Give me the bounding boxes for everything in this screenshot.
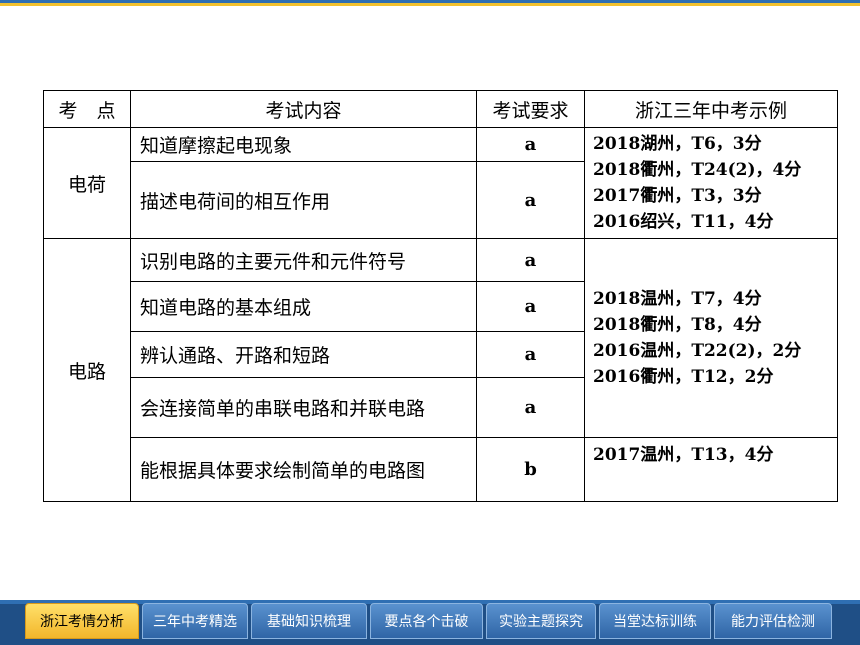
example-line: 2018湖州，T6，3分 (593, 134, 762, 154)
header-topic: 考 点 (43, 90, 131, 128)
topic-cell: 电路 (43, 238, 131, 502)
header-requirement: 考试要求 (476, 90, 585, 128)
content-cell: 知道电路的基本组成 (130, 281, 477, 332)
nav-tab-basic-knowledge[interactable]: 基础知识梳理 (251, 603, 367, 639)
examples-cell: 2018湖州，T6，3分 2018衢州，T24(2)，4分 2017衢州，T3，… (584, 127, 838, 239)
exam-analysis-table: 考 点 考试内容 考试要求 浙江三年中考示例 电荷 知道摩擦起电现象 a 201… (43, 90, 838, 502)
requirement-cell: a (476, 127, 585, 162)
table-row: 能根据具体要求绘制简单的电路图 b 2017温州，T13，4分 (44, 437, 838, 502)
requirement-cell: a (476, 238, 585, 282)
content-cell: 识别电路的主要元件和元件符号 (130, 238, 477, 282)
requirement-cell: a (476, 281, 585, 332)
content-cell: 会连接简单的串联电路和并联电路 (130, 377, 477, 438)
example-line: 2017衢州，T3，3分 (593, 186, 762, 206)
header-content: 考试内容 (130, 90, 477, 128)
examples-cell: 2017温州，T13，4分 (584, 437, 838, 502)
nav-tab-three-year-selection[interactable]: 三年中考精选 (142, 603, 248, 639)
content-cell: 辨认通路、开路和短路 (130, 331, 477, 378)
nav-tab-exam-analysis[interactable]: 浙江考情分析 (25, 603, 139, 639)
top-accent-bar (0, 0, 860, 6)
nav-tab-experiment-inquiry[interactable]: 实验主题探究 (486, 603, 596, 639)
example-line: 2017温州，T13，4分 (593, 445, 774, 465)
content-cell: 知道摩擦起电现象 (130, 127, 477, 162)
nav-tab-classroom-training[interactable]: 当堂达标训练 (599, 603, 711, 639)
example-line: 2018衢州，T8，4分 (593, 315, 762, 335)
header-examples: 浙江三年中考示例 (584, 90, 838, 128)
table-row: 电荷 知道摩擦起电现象 a 2018湖州，T6，3分 2018衢州，T24(2)… (43, 127, 838, 239)
requirement-cell: a (476, 331, 585, 378)
table-row: 电路 识别电路的主要元件和元件符号 a 2018温州，T7，4分 2018衢州，… (43, 238, 838, 502)
examples-cell: 2018温州，T7，4分 2018衢州，T8，4分 2016温州，T22(2)，… (584, 238, 838, 438)
content-cell: 能根据具体要求绘制简单的电路图 (130, 437, 477, 502)
requirement-cell: a (476, 377, 585, 438)
example-line: 2018温州，T7，4分 (593, 289, 762, 309)
requirement-cell: b (476, 437, 585, 502)
example-line: 2016绍兴，T11，4分 (593, 212, 774, 232)
table-header-row: 考 点 考试内容 考试要求 浙江三年中考示例 (43, 90, 838, 128)
nav-tab-ability-assessment[interactable]: 能力评估检测 (714, 603, 832, 639)
topic-cell: 电荷 (43, 127, 131, 239)
example-line: 2016温州，T22(2)，2分 (593, 341, 802, 361)
exam-analysis-table-wrapper: 考 点 考试内容 考试要求 浙江三年中考示例 电荷 知道摩擦起电现象 a 201… (43, 90, 838, 502)
example-line: 2018衢州，T24(2)，4分 (593, 160, 802, 180)
content-cell: 描述电荷间的相互作用 (130, 161, 477, 239)
example-line: 2016衢州，T12，2分 (593, 367, 774, 387)
nav-tab-key-points[interactable]: 要点各个击破 (370, 603, 483, 639)
requirement-cell: a (476, 161, 585, 239)
